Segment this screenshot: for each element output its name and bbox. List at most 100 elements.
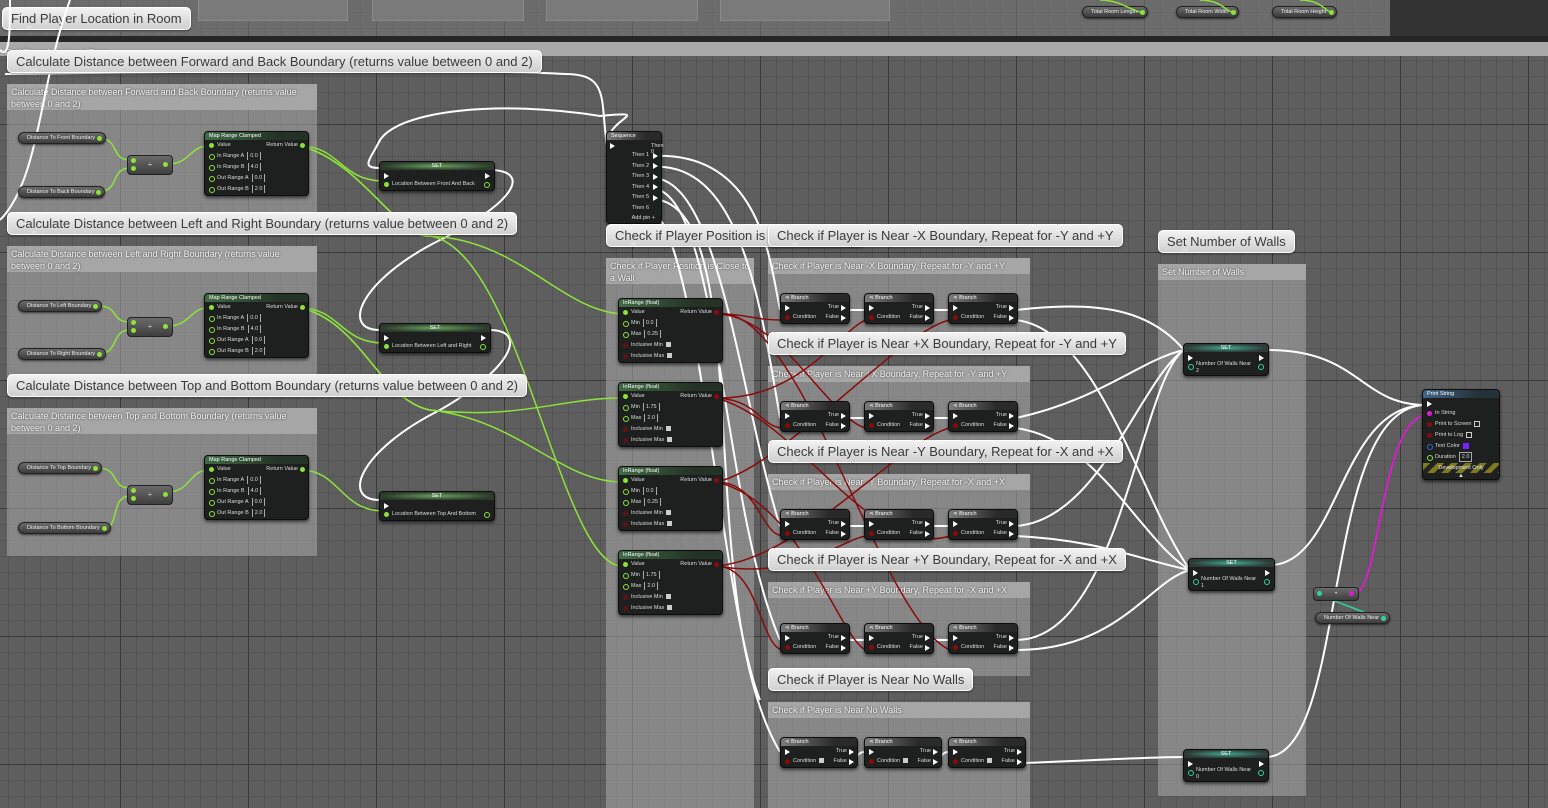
branch-node[interactable]: ⋖ Branch True Condition False [780,623,850,654]
comment-bubble-neg-y[interactable]: Check if Player is Near -Y Boundary, Rep… [768,440,1123,463]
node-title: Sequence [607,132,661,140]
set-number-of-walls-node-0[interactable]: SET Number Of Walls Near 0 [1183,749,1269,782]
variable-distance-to-right[interactable]: Distance To Right Boundary [18,348,107,360]
out-range-b-input[interactable]: 2.0 [251,509,266,517]
inclusive-min-checkbox[interactable] [665,594,671,600]
condition-checkbox[interactable] [903,758,909,764]
comment-bubble-forward-back[interactable]: Calculate Distance between Forward and B… [7,50,542,73]
in-range-a-input[interactable]: 0.0 [247,314,261,322]
comment-bubble-left-right[interactable]: Calculate Distance between Left and Righ… [7,212,518,235]
inrange-float-node[interactable]: InRange (float) Value Return Value Min 1.7… [618,550,723,615]
divide-node[interactable]: ÷ [127,155,173,175]
comment-bubble-find-player[interactable]: Find Player Location in Room [2,7,191,30]
inrange-float-node[interactable]: InRange (float) Value Return Value Min 1.7… [618,382,723,447]
branch-icon: ⋖ [785,625,790,631]
inrange-float-node[interactable]: InRange (float) Value Return Value Min 0.0… [618,298,723,363]
variable-distance-to-left[interactable]: Distance To Left Boundary [18,300,103,312]
variable-distance-to-bottom[interactable]: Distance To Bottom Boundary [18,522,111,534]
branch-icon: ⋖ [953,295,958,301]
branch-node[interactable]: ⋖ Branch True Condition False [948,623,1018,654]
out-range-a-input[interactable]: 0.0 [251,498,266,506]
set-location-front-back-node[interactable]: SET Location Between Front And Back [379,161,495,191]
divide-node[interactable]: ÷ [127,317,173,337]
walls-value-input[interactable]: 2 [1196,368,1199,374]
divide-node[interactable]: ÷ [127,485,173,505]
map-range-clamped-node[interactable]: Map Range Clamped Value Return Value In R… [204,293,309,358]
comment-bubble-pos-x[interactable]: Check if Player is Near +X Boundary, Rep… [768,332,1126,355]
text-color-swatch[interactable] [1462,442,1469,449]
set-number-of-walls-node-1[interactable]: SET Number Of Walls Near 1 [1188,558,1275,591]
in-range-a-input[interactable]: 0.0 [247,476,261,484]
comment-bubble-top-bottom[interactable]: Calculate Distance between Top and Botto… [7,374,528,397]
branch-node[interactable]: ⋖ Branch True Condition False [864,623,934,654]
max-input[interactable]: 2.0 [644,582,659,590]
branch-node[interactable]: ⋖ Branch True Condition False [948,737,1026,768]
out-range-a-input[interactable]: 0.0 [251,336,266,344]
inclusive-min-checkbox[interactable] [665,342,671,348]
sequence-node[interactable]: Sequence Then 1 Then 2 Then 3 Then 4 The… [606,131,664,224]
branch-node[interactable]: ⋖ Branch True Condition False [948,509,1018,540]
inclusive-min-checkbox[interactable] [665,510,671,516]
branch-node[interactable]: ⋖ Branch True Condition False [780,401,850,432]
max-input[interactable]: 2.0 [644,414,659,422]
comment-bubble-neg-x[interactable]: Check if Player is Near -X Boundary, Rep… [768,224,1123,247]
set-location-top-bottom-node[interactable]: SET Location Between Top And Bottom [379,491,495,521]
variable-total-room-height[interactable]: Total Room Height [1272,6,1338,18]
inclusive-max-checkbox[interactable] [667,521,673,527]
walls-value-input[interactable]: 1 [1201,583,1204,589]
branch-node[interactable]: ⋖ Branch True Condition False [864,401,934,432]
branch-node[interactable]: ⋖ Branch True Condition False [780,737,858,768]
map-range-clamped-node[interactable]: Map Range Clamped Value Return Value In R… [204,455,309,520]
walls-value-input[interactable]: 0 [1196,774,1199,780]
in-range-b-input[interactable]: 4.0 [247,163,262,171]
in-range-b-input[interactable]: 4.0 [247,487,262,495]
expand-arrow-icon[interactable]: ▲ [1423,473,1499,479]
print-to-log-checkbox[interactable] [1466,431,1473,438]
min-input[interactable]: 0.0 [642,487,657,495]
node-title: ⋖ Branch [865,402,933,410]
in-range-a-input[interactable]: 0.0 [247,152,261,160]
inrange-float-node[interactable]: InRange (float) Value Return Value Min 0.0… [618,466,723,531]
map-range-clamped-node[interactable]: Map Range Clamped Value Return Value In R… [204,131,309,196]
variable-total-room-width[interactable]: Total Room Width [1176,6,1240,18]
variable-distance-to-back[interactable]: Distance To Back Boundary [18,186,106,198]
branch-node[interactable]: ⋖ Branch True Condition False [948,401,1018,432]
comment-bubble-pos-y[interactable]: Check if Player is Near +Y Boundary, Rep… [768,548,1126,571]
add-pin-button[interactable]: Add pin + [607,213,661,223]
in-range-b-input[interactable]: 4.0 [247,325,262,333]
condition-checkbox[interactable] [987,758,993,764]
branch-icon: ⋖ [785,295,790,301]
variable-number-of-walls-near[interactable]: Number Of Walls Near [1315,612,1391,624]
branch-node[interactable]: ⋖ Branch True Condition False [864,737,942,768]
out-range-b-input[interactable]: 2.0 [251,185,266,193]
branch-node[interactable]: ⋖ Branch True Condition False [864,293,934,324]
set-number-of-walls-node-2[interactable]: SET Number Of Walls Near 2 [1183,343,1269,376]
variable-distance-to-front[interactable]: Distance To Front Boundary [18,132,107,144]
min-input[interactable]: 1.75 [642,403,660,411]
inclusive-max-checkbox[interactable] [667,605,673,611]
variable-total-room-length[interactable]: Total Room Length [1082,6,1149,18]
inclusive-max-checkbox[interactable] [667,437,673,443]
inclusive-max-checkbox[interactable] [667,353,673,359]
branch-node[interactable]: ⋖ Branch True Condition False [780,509,850,540]
print-to-screen-checkbox[interactable] [1474,420,1481,427]
out-range-b-input[interactable]: 2.0 [251,347,266,355]
branch-node[interactable]: ⋖ Branch True Condition False [948,293,1018,324]
comment-header: Check if Player is Near -X Boundary, Rep… [768,258,1030,274]
branch-node[interactable]: ⋖ Branch True Condition False [864,509,934,540]
comment-bubble-set-walls[interactable]: Set Number of Walls [1158,230,1295,253]
duration-input[interactable]: 2.0 [1458,452,1473,462]
min-input[interactable]: 1.75 [642,571,660,579]
out-range-a-input[interactable]: 0.0 [251,174,266,182]
variable-distance-to-top[interactable]: Distance To Top Boundary [18,462,103,474]
min-input[interactable]: 0.0 [642,319,657,327]
branch-node[interactable]: ⋖ Branch True Condition False [780,293,850,324]
condition-checkbox[interactable] [819,758,825,764]
comment-bubble-no-walls[interactable]: Check if Player is Near No Walls [768,668,974,691]
max-input[interactable]: 0.25 [644,330,662,338]
inclusive-min-checkbox[interactable] [665,426,671,432]
print-string-node[interactable]: Print String In String Print to Screen P… [1422,389,1500,480]
int-to-string-conversion-node[interactable]: • [1313,587,1359,601]
max-input[interactable]: 0.25 [644,498,662,506]
set-location-left-right-node[interactable]: SET Location Between Left and Right [379,323,491,353]
